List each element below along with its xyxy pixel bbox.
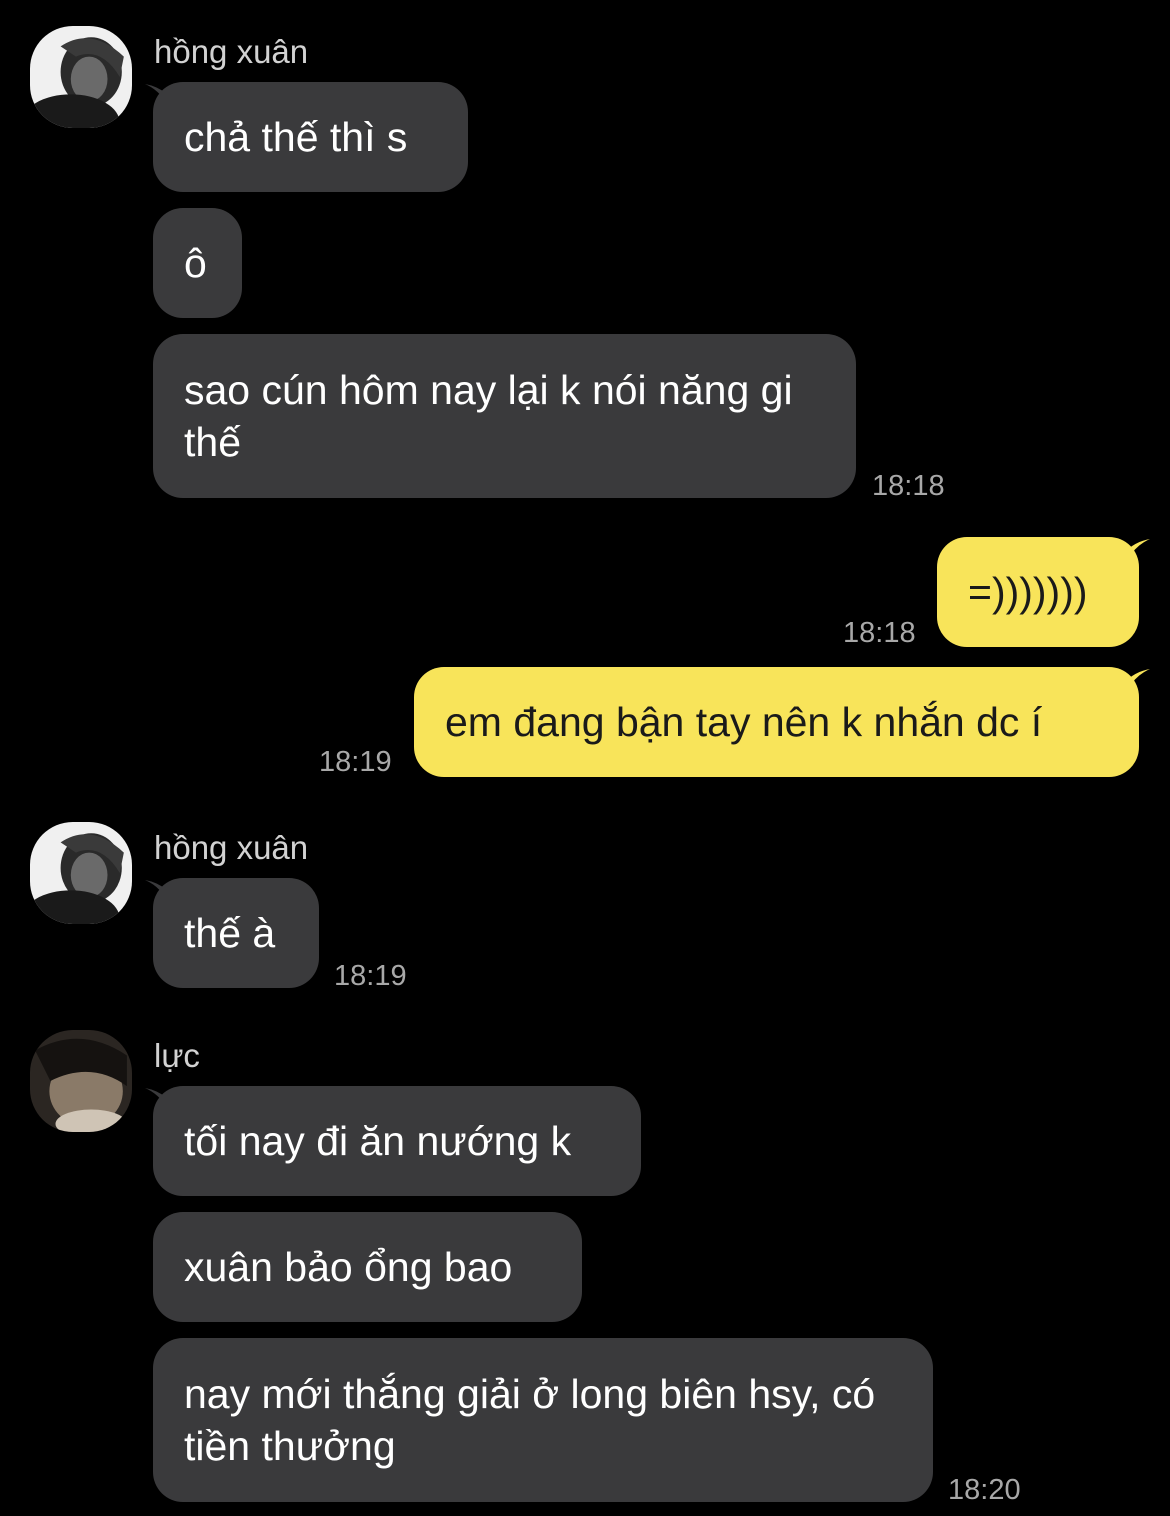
- message-text: em đang bận tay nên k nhắn dc í: [445, 699, 1043, 745]
- profile-photo-icon: [30, 1030, 132, 1132]
- message-bubble[interactable]: nay mới thắng giải ở long biên hsy, có t…: [153, 1338, 933, 1502]
- message-text: xuân bảo ổng bao: [184, 1244, 513, 1290]
- bubble-tail: [1128, 539, 1150, 559]
- message-timestamp: 18:19: [334, 960, 407, 992]
- message-timestamp: 18:20: [948, 1474, 1021, 1506]
- message-bubble[interactable]: ô: [153, 208, 242, 318]
- message-text: ô: [184, 240, 207, 286]
- avatar-hong-xuan[interactable]: [30, 26, 132, 128]
- profile-photo-icon: [30, 26, 132, 128]
- message-text: thế à: [184, 910, 276, 956]
- sender-name: hồng xuân: [154, 829, 309, 866]
- message-text: =))))))): [968, 569, 1088, 615]
- message-text: chả thế thì s: [184, 114, 408, 160]
- message-bubble[interactable]: sao cún hôm nay lại k nói năng gi thế: [153, 334, 856, 498]
- avatar-hong-xuan[interactable]: [30, 822, 132, 924]
- message-timestamp: 18:18: [872, 470, 945, 502]
- message-text: nay mới thắng giải ở long biên hsy, có t…: [184, 1371, 876, 1469]
- message-timestamp: 18:18: [843, 617, 916, 649]
- profile-photo-icon: [30, 822, 132, 924]
- bubble-tail: [1128, 669, 1150, 689]
- message-bubble[interactable]: thế à: [153, 878, 319, 988]
- message-text: tối nay đi ăn nướng k: [184, 1118, 572, 1164]
- message-bubble-outgoing[interactable]: em đang bận tay nên k nhắn dc í: [414, 667, 1139, 777]
- message-text: sao cún hôm nay lại k nói năng gi thế: [184, 367, 793, 465]
- sender-name: hồng xuân: [154, 33, 309, 70]
- message-timestamp: 18:19: [319, 746, 392, 778]
- message-bubble[interactable]: chả thế thì s: [153, 82, 468, 192]
- sender-name: lực: [154, 1037, 200, 1074]
- message-bubble-outgoing[interactable]: =))))))): [937, 537, 1139, 647]
- message-bubble[interactable]: tối nay đi ăn nướng k: [153, 1086, 641, 1196]
- message-bubble[interactable]: xuân bảo ổng bao: [153, 1212, 582, 1322]
- avatar-luc[interactable]: [30, 1030, 132, 1132]
